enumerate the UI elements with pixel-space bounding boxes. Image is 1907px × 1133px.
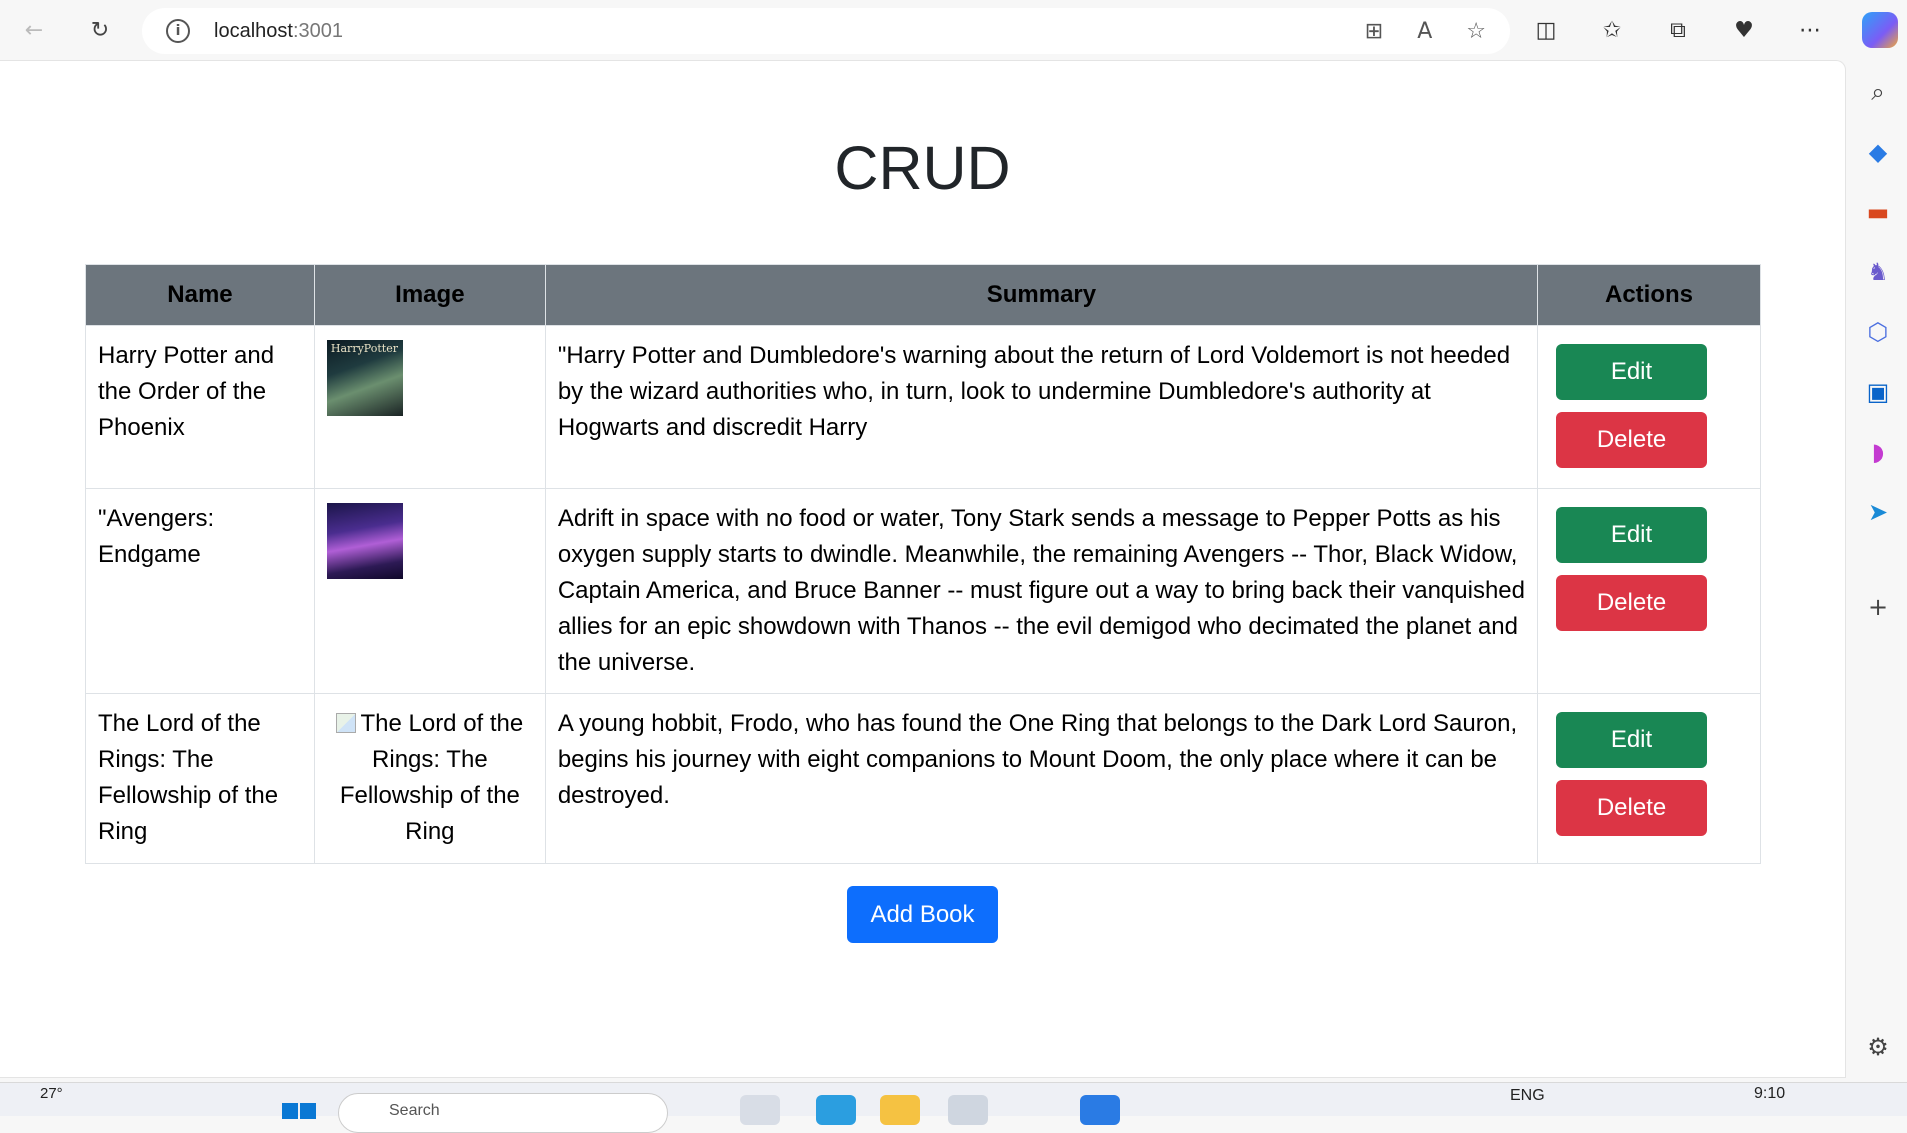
add-icon[interactable]: + bbox=[1863, 592, 1893, 622]
delete-button[interactable]: Delete bbox=[1556, 575, 1708, 631]
microsoft-365-icon[interactable]: ⬡ bbox=[1863, 317, 1893, 347]
search-icon[interactable]: ⌕ bbox=[1863, 77, 1893, 107]
edit-button[interactable]: Edit bbox=[1556, 344, 1708, 400]
weather-temperature[interactable]: 27° bbox=[40, 1085, 63, 1102]
outlook-icon[interactable]: ▣ bbox=[1863, 377, 1893, 407]
settings-gear-icon[interactable]: ⚙ bbox=[1863, 1032, 1893, 1062]
edit-button[interactable]: Edit bbox=[1556, 712, 1708, 768]
header-actions: Actions bbox=[1537, 264, 1761, 326]
book-name: "Avengers: Endgame bbox=[85, 488, 315, 694]
book-name: Harry Potter and the Order of the Phoeni… bbox=[85, 325, 315, 489]
add-book-button[interactable]: Add Book bbox=[847, 886, 998, 943]
collections-icon[interactable]: ⧉ bbox=[1662, 14, 1694, 46]
book-image-cell bbox=[313, 488, 546, 694]
image-alt-text: The Lord of the Rings: The Fellowship of… bbox=[339, 710, 524, 845]
address-bar[interactable]: i localhost:3001 ⊞ A ☆ bbox=[142, 8, 1510, 54]
split-screen-icon[interactable]: ◫ bbox=[1530, 14, 1562, 46]
page-viewport: CRUD Name Image Summary Actions Harry Po… bbox=[0, 60, 1846, 1078]
table-header-row: Name Image Summary Actions bbox=[85, 264, 1761, 326]
edge-sidebar: ⌕ ◆ ▬ ♞ ⬡ ▣ ◗ ➤ + ⚙ bbox=[1848, 60, 1907, 1078]
send-icon[interactable]: ➤ bbox=[1863, 497, 1893, 527]
back-arrow-icon[interactable]: ← bbox=[18, 14, 50, 46]
actions-cell: Edit Delete bbox=[1537, 325, 1761, 489]
broken-image-icon bbox=[336, 713, 357, 733]
more-options-icon[interactable]: ⋯ bbox=[1794, 14, 1826, 46]
copilot-icon[interactable] bbox=[1862, 12, 1898, 48]
header-summary: Summary bbox=[544, 264, 1539, 326]
book-cover-image bbox=[326, 503, 403, 579]
file-explorer-icon[interactable] bbox=[880, 1095, 920, 1125]
book-summary: Adrift in space with no food or water, T… bbox=[544, 488, 1539, 694]
url-text[interactable]: localhost:3001 bbox=[214, 20, 343, 43]
book-image-cell bbox=[313, 325, 546, 489]
favorites-icon[interactable]: ✩ bbox=[1596, 14, 1628, 46]
favorite-star-icon[interactable]: ☆ bbox=[1466, 19, 1486, 44]
books-table: Name Image Summary Actions Harry Potter … bbox=[85, 264, 1761, 864]
table-row: "Avengers: Endgame Adrift in space with … bbox=[85, 488, 1761, 694]
book-summary: "Harry Potter and Dumbledore's warning a… bbox=[544, 325, 1539, 489]
shopping-tag-icon[interactable]: ◆ bbox=[1863, 137, 1893, 167]
table-row: Harry Potter and the Order of the Phoeni… bbox=[85, 325, 1761, 489]
refresh-icon[interactable]: ↻ bbox=[84, 14, 116, 46]
page-title: CRUD bbox=[834, 134, 1011, 202]
taskbar-app-icon[interactable] bbox=[740, 1095, 780, 1125]
book-cover-image bbox=[326, 340, 403, 416]
windows-start-icon[interactable] bbox=[282, 1103, 316, 1119]
edge-browser-icon[interactable] bbox=[816, 1095, 856, 1125]
edit-button[interactable]: Edit bbox=[1556, 507, 1708, 563]
book-image-cell: The Lord of the Rings: The Fellowship of… bbox=[313, 693, 546, 864]
site-info-icon[interactable]: i bbox=[166, 19, 190, 43]
vscode-icon[interactable] bbox=[1080, 1095, 1120, 1125]
language-indicator[interactable]: ENG bbox=[1510, 1087, 1545, 1105]
actions-cell: Edit Delete bbox=[1537, 488, 1761, 694]
broken-image: The Lord of the Rings: The Fellowship of… bbox=[327, 706, 533, 850]
taskbar-search[interactable]: Search bbox=[338, 1093, 668, 1133]
games-icon[interactable]: ♞ bbox=[1863, 257, 1893, 287]
book-name: The Lord of the Rings: The Fellowship of… bbox=[85, 693, 315, 864]
file-icon[interactable] bbox=[948, 1095, 988, 1125]
tools-icon[interactable]: ▬ bbox=[1863, 197, 1893, 227]
actions-cell: Edit Delete bbox=[1537, 693, 1761, 864]
browser-essentials-icon[interactable]: ♥ bbox=[1728, 14, 1760, 46]
header-name: Name bbox=[85, 264, 315, 326]
delete-button[interactable]: Delete bbox=[1556, 412, 1708, 468]
clock[interactable]: 9:10 bbox=[1754, 1085, 1785, 1103]
header-image: Image bbox=[313, 264, 546, 326]
book-summary: A young hobbit, Frodo, who has found the… bbox=[544, 693, 1539, 864]
app-available-icon[interactable]: ⊞ bbox=[1365, 19, 1383, 44]
taskbar: 27° Search ENG 9:10 bbox=[0, 1082, 1907, 1133]
read-aloud-icon[interactable]: A bbox=[1417, 19, 1432, 44]
delete-button[interactable]: Delete bbox=[1556, 780, 1708, 836]
table-row: The Lord of the Rings: The Fellowship of… bbox=[85, 693, 1761, 864]
browser-toolbar: ← ↻ i localhost:3001 ⊞ A ☆ ◫ ✩ ⧉ ♥ ⋯ bbox=[0, 0, 1907, 60]
designer-icon[interactable]: ◗ bbox=[1863, 437, 1893, 467]
